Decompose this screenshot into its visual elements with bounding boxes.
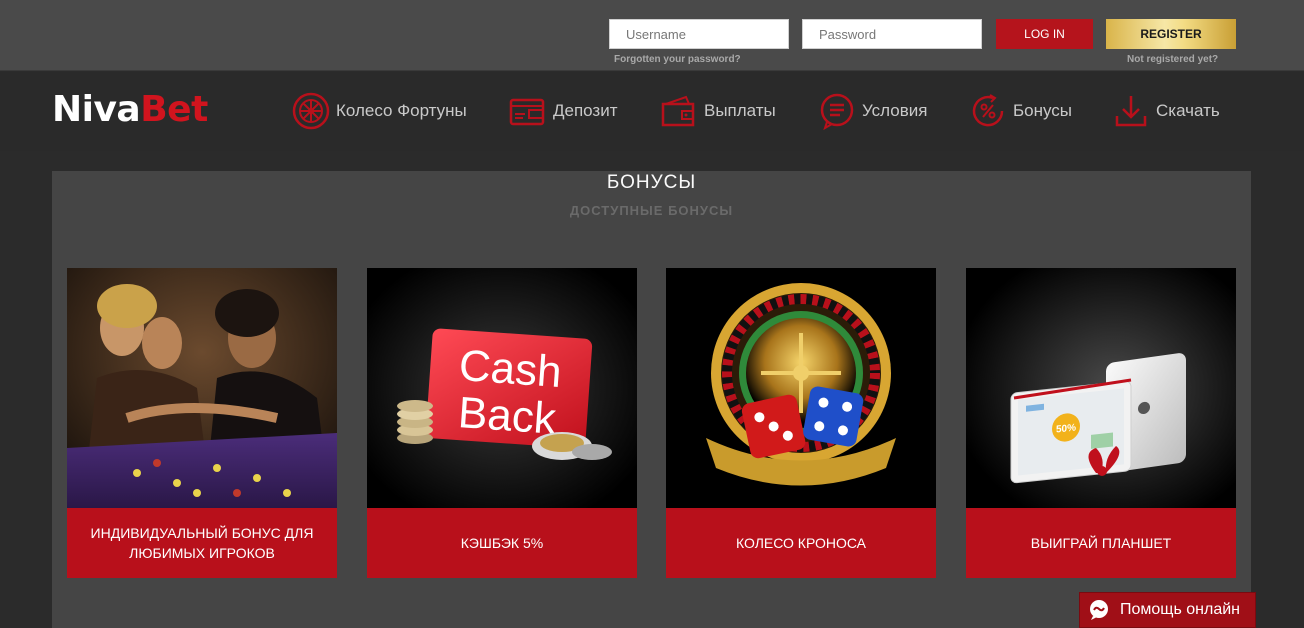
nivabet-logo[interactable]: NivaBet (52, 88, 208, 132)
nav-item-wheel-of-fortune[interactable]: Колесо Фортуны (292, 92, 467, 130)
bonus-card-cashback[interactable]: Cash Back КЭШБЭК 5% (367, 268, 637, 578)
casino-players-image (67, 268, 337, 508)
password-input[interactable] (802, 19, 982, 49)
register-button[interactable]: REGISTER (1106, 19, 1236, 49)
nav-item-deposit[interactable]: Депозит (509, 92, 618, 130)
tablet-gift-image: 50% (966, 268, 1236, 508)
logo-part-2: Bet (140, 89, 208, 130)
bonus-card-win-tablet[interactable]: 50% ВЫИГРАЙ ПЛАНШЕТ (966, 268, 1236, 578)
document-chat-icon (820, 93, 854, 130)
nav-label: Условия (862, 101, 928, 120)
bonus-card-individual[interactable]: ИНДИВИДУАЛЬНЫЙ БОНУС ДЛЯ ЛЮБИМЫХ ИГРОКОВ (67, 268, 337, 578)
online-help-button[interactable]: Помощь онлайн (1079, 592, 1256, 628)
bonus-card-caption: КОЛЕСО КРОНОСА (666, 508, 936, 578)
page-subtitle: ДОСТУПНЫЕ БОНУСЫ (569, 203, 734, 218)
username-input[interactable] (609, 19, 789, 49)
chat-bubble-icon (1090, 600, 1108, 620)
not-registered-link[interactable]: Not registered yet? (1127, 54, 1218, 65)
nav-label: Депозит (553, 101, 618, 120)
roulette-dice-image (666, 268, 936, 508)
download-icon (1115, 96, 1147, 127)
nav-item-bonuses[interactable]: Бонусы (969, 92, 1072, 130)
bonus-card-caption: ВЫИГРАЙ ПЛАНШЕТ (966, 508, 1236, 578)
nav-label: Скачать (1156, 101, 1220, 120)
forgot-password-link[interactable]: Forgotten your password? (614, 54, 741, 65)
help-label: Помощь онлайн (1120, 601, 1240, 618)
percent-icon (972, 94, 1004, 127)
nav-label: Бонусы (1013, 101, 1073, 120)
cashback-card-image: Cash Back (367, 268, 637, 508)
bonus-card-kronos-wheel[interactable]: КОЛЕСО КРОНОСА (666, 268, 936, 578)
nav-item-terms[interactable]: Условия (818, 92, 927, 130)
bonuses-panel: БОНУСЫ ДОСТУПНЫЕ БОНУСЫ ИНДИВИДУАЛЬНЫЙ Б… (52, 171, 1251, 628)
auth-bar: LOG IN REGISTER Forgotten your password?… (0, 0, 1304, 71)
nav-item-payouts[interactable]: Выплаты (660, 92, 776, 130)
nav-label: Колесо Фортуны (336, 101, 467, 120)
bonus-card-caption: КЭШБЭК 5% (367, 508, 637, 578)
purse-icon (661, 95, 695, 127)
tablet-discount-text: 50% (1056, 422, 1076, 435)
nav-label: Выплаты (704, 101, 776, 120)
login-button[interactable]: LOG IN (996, 19, 1093, 49)
nav-item-download[interactable]: Скачать (1112, 92, 1220, 130)
logo-part-1: Niva (52, 89, 141, 130)
page-title: БОНУСЫ (606, 172, 697, 193)
wheel-icon (292, 92, 330, 130)
main-nav: NivaBet Колесо Фортуны Депозит Выплаты У… (0, 72, 1304, 151)
bonus-card-caption: ИНДИВИДУАЛЬНЫЙ БОНУС ДЛЯ ЛЮБИМЫХ ИГРОКОВ (67, 508, 337, 578)
wallet-icon (509, 98, 545, 126)
